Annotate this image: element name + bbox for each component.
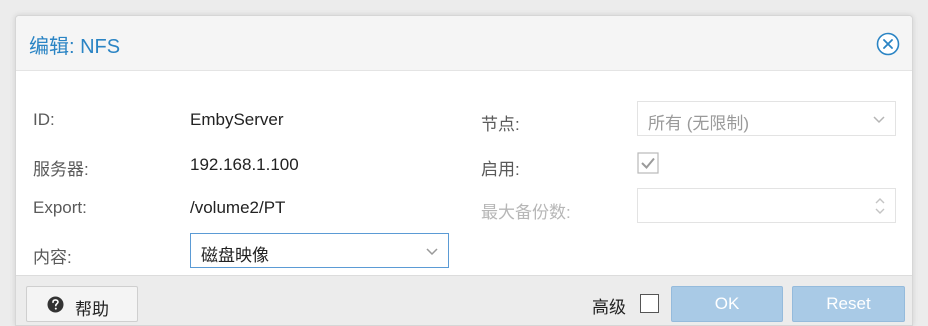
enable-label: 启用:: [481, 160, 520, 179]
dialog-body: ID: EmbyServer 服务器: 192.168.1.100 Export…: [16, 72, 912, 275]
nodes-select-value: 所有 (无限制): [648, 114, 750, 133]
max-backups-label: 最大备份数:: [481, 203, 571, 222]
max-backups-input[interactable]: [637, 188, 896, 223]
advanced-checkbox[interactable]: [640, 294, 659, 313]
content-select-value: 磁盘映像: [201, 246, 269, 265]
server-label: 服务器:: [33, 160, 89, 179]
content-select[interactable]: 磁盘映像: [190, 233, 449, 268]
export-label: Export:: [33, 198, 87, 217]
dialog-titlebar: 编辑: NFS: [16, 16, 912, 71]
help-button-label: 帮助: [75, 300, 109, 319]
server-value: 192.168.1.100: [190, 155, 299, 174]
nodes-select[interactable]: 所有 (无限制): [637, 101, 896, 136]
content-label: 内容:: [33, 248, 72, 267]
spinner-icon[interactable]: [874, 195, 886, 217]
reset-button[interactable]: Reset: [792, 286, 905, 322]
enable-checkbox[interactable]: [637, 152, 659, 174]
export-value: /volume2/PT: [190, 198, 286, 217]
chevron-down-icon[interactable]: [872, 112, 886, 126]
advanced-label: 高级: [592, 298, 626, 317]
chevron-down-icon[interactable]: [425, 244, 439, 258]
help-button[interactable]: 帮助: [26, 286, 138, 322]
nodes-label: 节点:: [481, 115, 520, 134]
question-circle-icon: [47, 296, 64, 313]
id-value: EmbyServer: [190, 110, 284, 129]
dialog-title: 编辑: NFS: [29, 36, 121, 58]
id-label: ID:: [33, 110, 55, 129]
ok-button[interactable]: OK: [671, 286, 783, 322]
dialog-footer: 帮助 高级 OK Reset: [16, 275, 912, 325]
close-icon[interactable]: [876, 32, 900, 56]
edit-nfs-dialog: 编辑: NFS ID: EmbyServer 服务器: 192.168.1.10…: [15, 15, 913, 326]
